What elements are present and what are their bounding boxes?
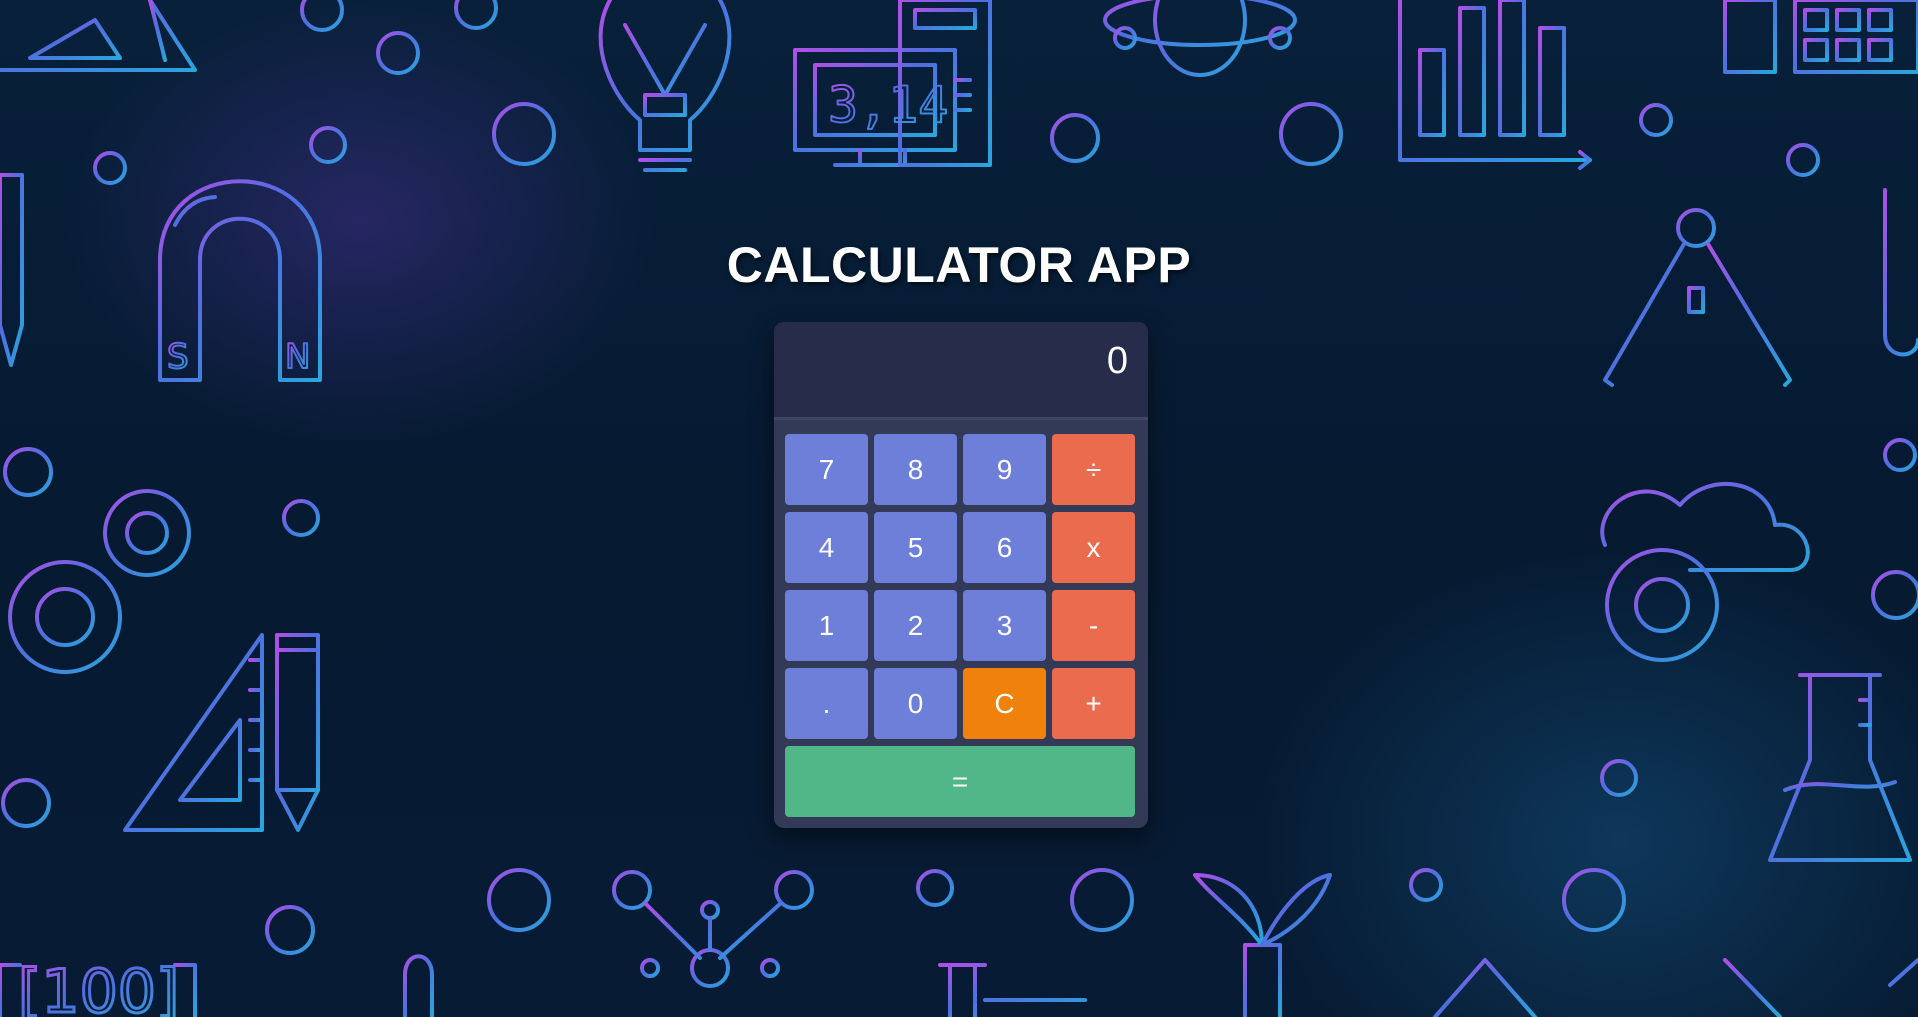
magnet-n-label: N xyxy=(285,337,310,377)
key-1[interactable]: 1 xyxy=(785,590,868,661)
key-4[interactable]: 4 xyxy=(785,512,868,583)
beaker-icon xyxy=(938,963,1087,1017)
network-icon xyxy=(612,870,814,988)
calculator-icon xyxy=(1723,0,1918,74)
key-3[interactable]: 3 xyxy=(963,590,1046,661)
line-icon xyxy=(1723,958,1782,1017)
cloud-gear-icon xyxy=(1600,482,1810,662)
key-9[interactable]: 9 xyxy=(963,434,1046,505)
page-title: CALCULATOR APP xyxy=(726,237,1192,293)
gears-icon xyxy=(8,489,191,674)
decimal-button[interactable]: . xyxy=(785,668,868,739)
circle-icon xyxy=(300,0,344,32)
key-8[interactable]: 8 xyxy=(874,434,957,505)
flask-icon xyxy=(1768,673,1912,862)
key-0[interactable]: 0 xyxy=(874,668,957,739)
triangle-ruler-icon xyxy=(123,633,264,832)
triangle-icon xyxy=(1433,958,1537,1017)
monitor-text: 3,14 xyxy=(828,76,948,134)
set-square-icon xyxy=(0,0,197,72)
magnet-s-label: S xyxy=(167,337,189,377)
multiply-button[interactable]: x xyxy=(1052,512,1135,583)
atom-icon xyxy=(1103,0,1297,77)
number-row-label: [100] xyxy=(18,957,179,1017)
bracket-icon xyxy=(0,963,22,1017)
keypad: 7 8 9 ÷ 4 5 6 x 1 2 3 - . 0 C + = xyxy=(785,434,1137,817)
key-6[interactable]: 6 xyxy=(963,512,1046,583)
key-2[interactable]: 2 xyxy=(874,590,957,661)
subtract-button[interactable]: - xyxy=(1052,590,1135,661)
divide-button[interactable]: ÷ xyxy=(1052,434,1135,505)
key-5[interactable]: 5 xyxy=(874,512,957,583)
key-7[interactable]: 7 xyxy=(785,434,868,505)
test-tube-icon xyxy=(403,954,434,1017)
bar-chart-icon xyxy=(1398,0,1592,170)
calculator-display: 0 xyxy=(774,322,1148,420)
lightbulb-icon xyxy=(598,0,732,172)
pencil-icon xyxy=(275,633,320,832)
clear-button[interactable]: C xyxy=(963,668,1046,739)
add-button[interactable]: + xyxy=(1052,668,1135,739)
sprout-icon xyxy=(1193,873,1332,1017)
calculator: 0 7 8 9 ÷ 4 5 6 x 1 2 3 - . 0 C + = xyxy=(774,322,1148,828)
equals-button[interactable]: = xyxy=(785,746,1135,817)
